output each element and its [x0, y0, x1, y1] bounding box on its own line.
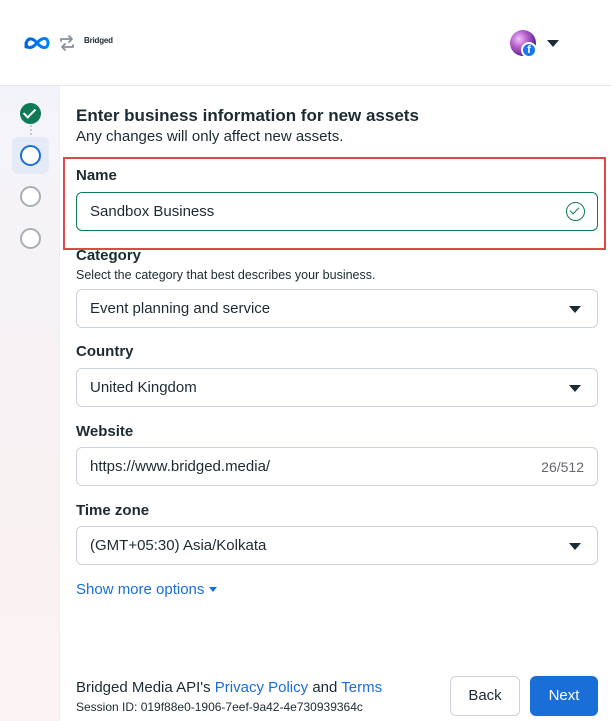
step-pending-circle-icon: [20, 186, 41, 207]
character-count: 26/512: [541, 459, 584, 475]
business-info-form: Enter business information for new asset…: [60, 86, 611, 721]
caret-down-icon: [209, 587, 218, 592]
session-id: Session ID: 019f88e0-1906-7eef-9a42-4e73…: [76, 700, 363, 714]
footer-and: and: [312, 679, 338, 696]
page-title: Enter business information for new asset…: [76, 106, 419, 125]
footer-prefix: Bridged Media API's: [76, 679, 211, 696]
valid-check-icon: [566, 202, 585, 221]
category-select-value: Event planning and service: [90, 300, 271, 317]
website-input-value: https://www.bridged.media/: [90, 458, 271, 475]
progress-stepper: [0, 86, 60, 721]
chevron-down-icon: [569, 385, 581, 392]
country-label: Country: [76, 343, 134, 360]
show-more-options-link[interactable]: Show more options: [76, 581, 218, 598]
bridged-logo: Bridged: [84, 36, 113, 45]
account-menu-caret-icon[interactable]: [547, 40, 559, 47]
facebook-badge-icon: f: [521, 42, 537, 58]
privacy-policy-link[interactable]: Privacy Policy: [215, 679, 308, 696]
meta-logo-icon: [24, 37, 50, 49]
name-input[interactable]: Sandbox Business: [76, 192, 598, 231]
timezone-label: Time zone: [76, 502, 150, 519]
step-pending-circle-icon: [20, 228, 41, 249]
footer-policy-text: Bridged Media API's Privacy Policy and T…: [76, 679, 382, 696]
timezone-select-value: (GMT+05:30) Asia/Kolkata: [90, 537, 267, 554]
step-complete-check-icon: [20, 103, 41, 124]
country-select[interactable]: United Kingdom: [76, 368, 598, 407]
next-button[interactable]: Next: [530, 676, 598, 716]
timezone-select[interactable]: (GMT+05:30) Asia/Kolkata: [76, 526, 598, 565]
category-select[interactable]: Event planning and service: [76, 289, 598, 328]
country-select-value: United Kingdom: [90, 379, 197, 396]
chevron-down-icon: [569, 306, 581, 313]
name-label: Name: [76, 167, 117, 184]
category-label: Category: [76, 247, 142, 264]
chevron-down-icon: [569, 543, 581, 550]
sync-arrows-icon: [60, 35, 74, 51]
website-label: Website: [76, 423, 134, 440]
top-header: Bridged f: [0, 0, 611, 86]
name-input-value: Sandbox Business: [90, 203, 215, 220]
back-button[interactable]: Back: [450, 676, 520, 716]
terms-link[interactable]: Terms: [341, 679, 382, 696]
show-more-label: Show more options: [76, 581, 205, 598]
step-current-circle-icon: [20, 145, 41, 166]
page-subtitle: Any changes will only affect new assets.: [76, 128, 344, 145]
website-input[interactable]: https://www.bridged.media/ 26/512: [76, 447, 598, 486]
category-helper-text: Select the category that best describes …: [76, 268, 376, 282]
